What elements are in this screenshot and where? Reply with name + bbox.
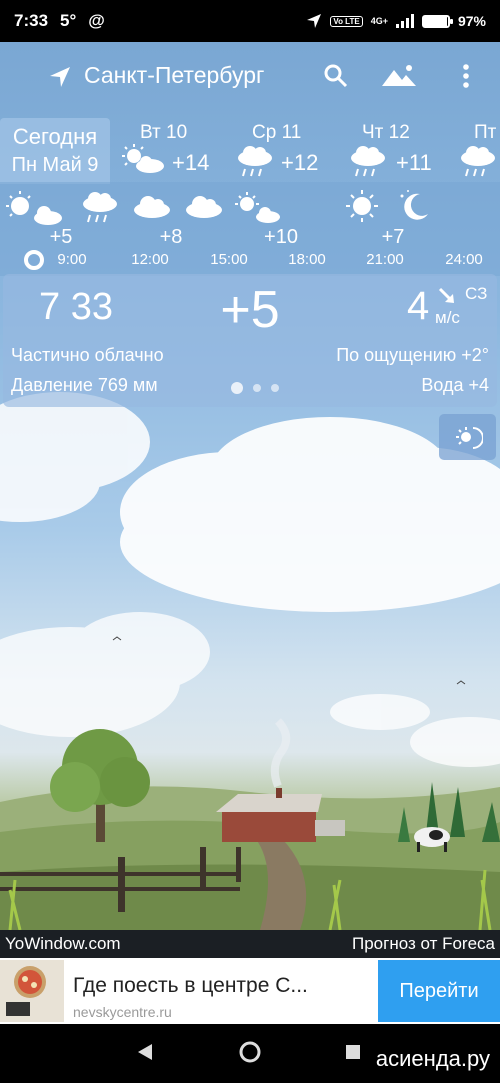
back-icon[interactable] [136,1042,154,1062]
sun-moon-button[interactable] [439,414,496,460]
status-temp: 5° [60,11,77,30]
day-item[interactable]: Ср 11 +12 [235,120,345,180]
rain-cloud-icon [461,146,495,177]
landscape-icon[interactable] [380,62,418,90]
watermark: асиенда.ру [375,1046,490,1071]
recents-icon[interactable] [345,1044,361,1060]
location-arrow-icon[interactable] [47,64,73,90]
moon-icon [400,190,428,220]
hour-time: 15:00 [210,251,248,268]
daily-forecast: Сегодня Пн Май 9 Вт 10 +14 Ср 11 +12 Чт … [0,116,500,184]
day-temp: +11 [396,150,432,175]
day-item[interactable]: Чт 12 +11 [348,120,458,180]
yowindow-link[interactable]: YoWindow.com [5,934,121,954]
today-label: Сегодня [12,124,98,149]
hour-time: 9:00 [57,251,87,268]
app-bar: Санкт-Петербург [0,42,500,112]
battery-percent: 97% [457,13,486,29]
day-name: Пт [474,122,497,143]
status-bar: 7:33 5° @ Vo LTE 4G+ 97% [0,0,500,42]
rain-cloud-icon [83,192,117,223]
day-name: Чт 12 [362,122,410,143]
cloud-icon [186,196,222,218]
weather-scene: Санкт-Петербург Сегодня Пн Май 9 Вт 10 +… [0,42,500,930]
wind-unit: м/с [435,308,460,327]
sun-orbit-icon [455,427,483,449]
partly-cloudy-icon [122,144,164,173]
hour-temp: +10 [264,226,298,248]
signal-icon [395,14,414,28]
water-temp: Вода +4 [421,375,489,395]
more-vert-icon[interactable] [452,62,480,90]
search-icon[interactable] [322,62,350,90]
hour-time: 18:00 [288,251,326,268]
pressure: Давление 769 мм [11,375,158,395]
rain-cloud-icon [351,146,385,177]
hour-temp: +7 [381,226,405,248]
credit-bar: YoWindow.com Прогноз от Foreca [0,930,500,958]
day-item[interactable]: Вт 10 +14 [120,120,230,180]
hour-temp: +5 [49,226,73,248]
day-temp: +12 [281,150,319,175]
battery-icon [421,14,453,28]
day-name: Вт 10 [140,122,188,143]
ad-url: nevskycentre.ru [73,1004,172,1020]
condition-text: Частично облачно [11,345,164,365]
hour-time: 24:00 [445,251,483,268]
hourly-forecast[interactable]: +5 +8 +10 +7 9:00 12:00 15:00 18:00 21:0… [0,182,500,276]
network-label: 4G+ [370,16,388,26]
hour-time: 12:00 [131,251,169,268]
ad-open-button[interactable]: Перейти [378,960,500,1022]
partly-cloudy-icon [6,191,62,225]
city-name[interactable]: Санкт-Петербург [84,62,264,89]
current-time-marker [24,250,44,270]
foreca-credit[interactable]: Прогноз от Foreca [352,934,495,954]
day-today[interactable]: Сегодня Пн Май 9 [0,118,110,184]
hour-temp: +8 [159,226,183,248]
wind-direction-icon [438,287,454,303]
home-icon[interactable] [238,1040,262,1064]
day-temp: +14 [172,150,210,175]
day-name: Ср 11 [252,122,302,143]
wind-speed: 4 [407,284,430,328]
today-date: Пн Май 9 [11,154,99,176]
sun-icon [346,190,378,222]
location-status-icon [307,14,322,28]
partly-cloudy-icon [235,192,280,223]
status-time: 7:33 [14,11,49,30]
hour-time: 21:00 [366,251,404,268]
day-item[interactable]: Пт [458,120,500,180]
ad-banner[interactable]: Где поесть в центре С... nevskycentre.ru… [0,958,500,1024]
at-icon: @ [88,11,105,30]
feels-like: По ощущению +2° [336,345,489,365]
wind-direction: СЗ [465,284,488,303]
ad-thumbnail [0,960,64,1022]
current-weather-card[interactable]: 7 33 +5 4 СЗ м/с Частично облачно По ощу… [3,274,497,407]
rain-cloud-icon [238,146,272,177]
ad-title: Где поесть в центре С... [73,974,308,997]
volte-badge: Vo LTE [330,15,363,27]
cloud-icon [134,196,170,218]
page-indicator [231,382,279,394]
